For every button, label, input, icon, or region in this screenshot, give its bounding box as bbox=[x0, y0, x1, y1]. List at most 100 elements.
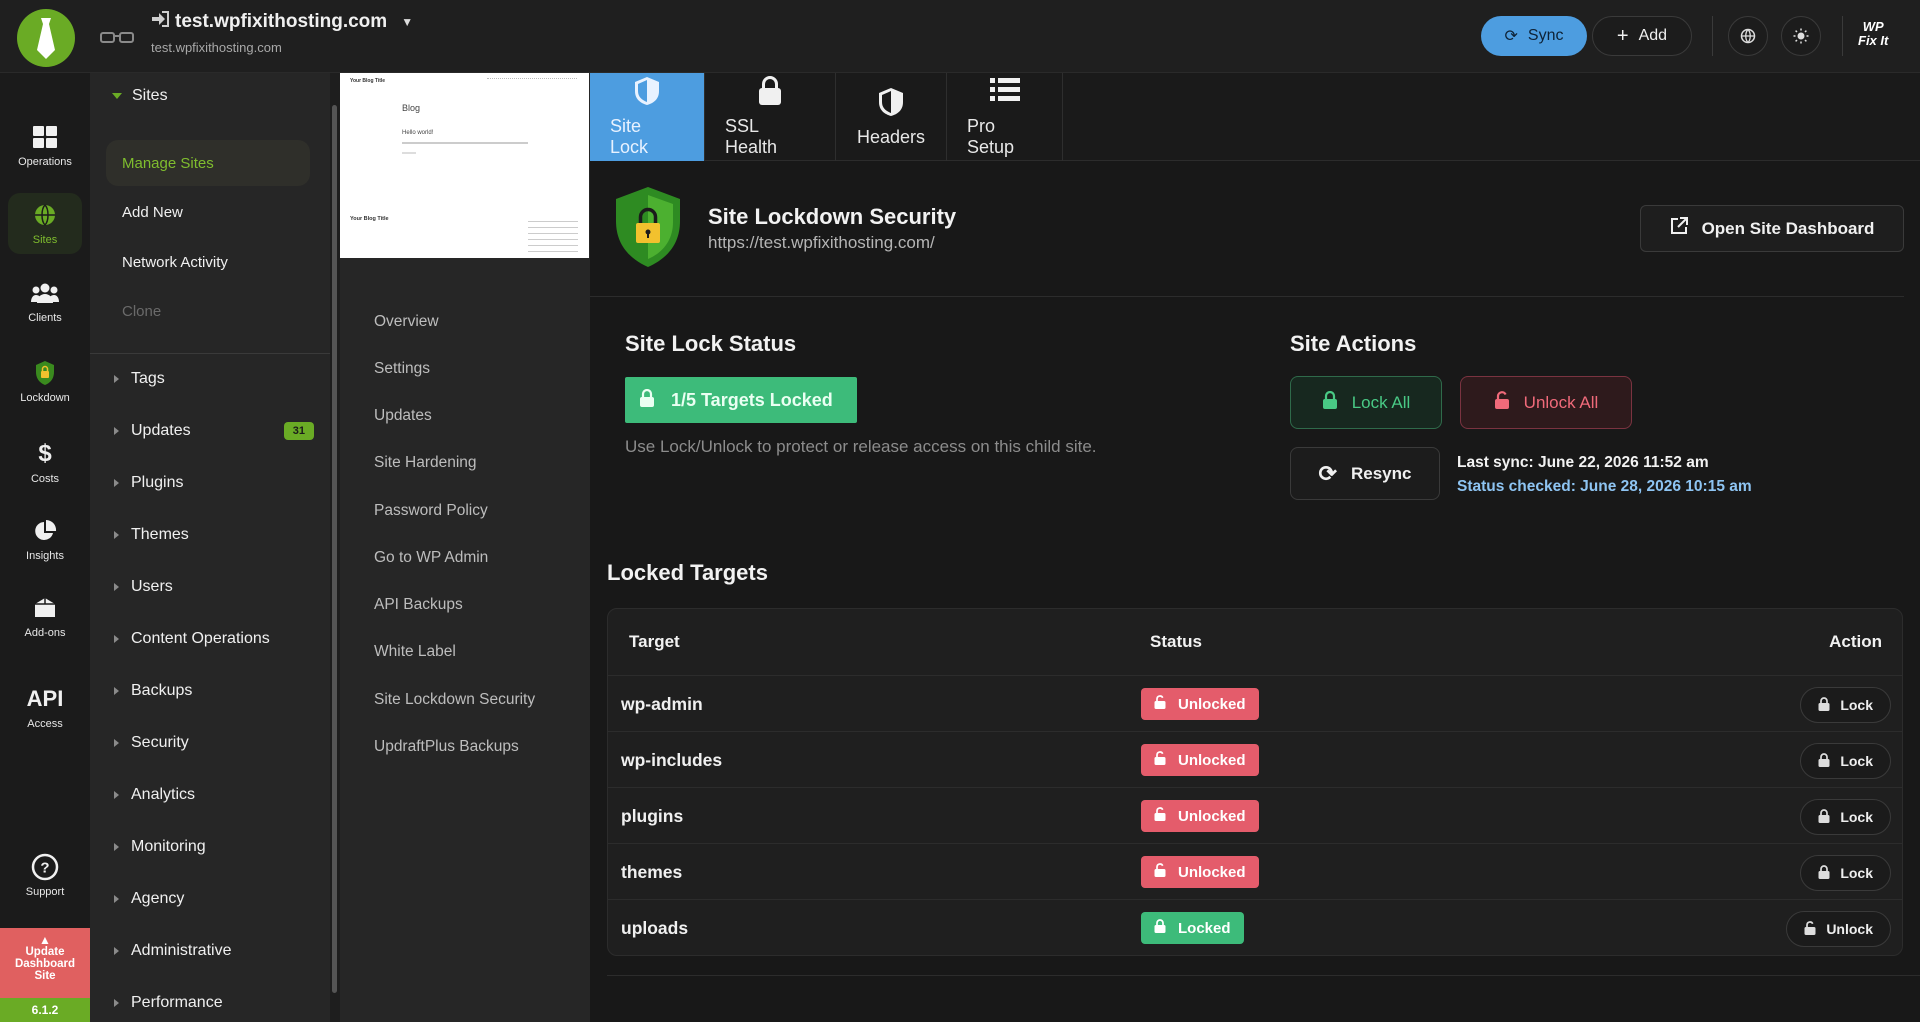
tab-ssl-health[interactable]: SSL Health bbox=[705, 73, 836, 161]
targets-locked-pill: 1/5 Targets Locked bbox=[625, 377, 857, 423]
action-label: Lock bbox=[1840, 809, 1873, 825]
site-switcher[interactable]: test.wpfixithosting.com ▼ bbox=[151, 11, 413, 33]
nav-group-label: Agency bbox=[131, 890, 185, 907]
update-dashboard-button[interactable]: ▲ Update Dashboard Site bbox=[0, 928, 90, 998]
nav-group-tags[interactable]: Tags bbox=[114, 370, 314, 388]
page-title: Site Lockdown Security bbox=[708, 204, 957, 229]
add-label: Add bbox=[1638, 27, 1668, 44]
thumb-text-line bbox=[402, 142, 528, 144]
site-menu-wp-admin[interactable]: Go to WP Admin bbox=[374, 549, 488, 567]
resync-button[interactable]: ⟳ Resync bbox=[1290, 447, 1440, 500]
nav-group-label: Themes bbox=[131, 526, 189, 543]
unlock-icon bbox=[1154, 751, 1166, 769]
nav-group-label: Tags bbox=[131, 370, 165, 387]
status-label: Locked bbox=[1178, 919, 1231, 937]
nav-group-administrative[interactable]: Administrative bbox=[114, 942, 314, 960]
sync-button[interactable]: ⟳ Sync bbox=[1481, 16, 1587, 56]
nav-group-backups[interactable]: Backups bbox=[114, 682, 314, 700]
nav-group-themes[interactable]: Themes bbox=[114, 526, 314, 544]
rail-operations[interactable]: Operations bbox=[8, 123, 82, 168]
nav-group-monitoring[interactable]: Monitoring bbox=[114, 838, 314, 856]
brand-line1: WP bbox=[1862, 19, 1884, 34]
nav-clone[interactable]: Clone bbox=[106, 288, 310, 334]
divider bbox=[90, 353, 330, 354]
nav-add-new[interactable]: Add New bbox=[106, 189, 310, 235]
open-site-dashboard-button[interactable]: Open Site Dashboard bbox=[1640, 205, 1904, 252]
site-menu-settings[interactable]: Settings bbox=[374, 360, 430, 378]
nav-group-security[interactable]: Security bbox=[114, 734, 314, 752]
rail-label: Add-ons bbox=[24, 627, 66, 639]
status-label: Unlocked bbox=[1178, 807, 1246, 825]
site-subtitle: test.wpfixithosting.com bbox=[151, 40, 282, 55]
nav-group-updates[interactable]: Updates 31 bbox=[114, 422, 314, 440]
rail-lockdown[interactable]: Lockdown bbox=[8, 359, 82, 404]
site-menu-overview[interactable]: Overview bbox=[374, 313, 439, 331]
table-row: wp-admin Unlocked Lock bbox=[608, 675, 1902, 731]
lock-icon bbox=[1818, 808, 1830, 826]
shield-half-icon bbox=[877, 87, 905, 119]
tab-headers[interactable]: Headers bbox=[836, 73, 947, 161]
thumb-footer-links bbox=[528, 216, 578, 252]
theme-toggle-icon[interactable] bbox=[1781, 16, 1821, 56]
rail-costs[interactable]: $ Costs bbox=[8, 440, 82, 485]
nav-group-performance[interactable]: Performance bbox=[114, 994, 314, 1012]
nav-scrollbar[interactable] bbox=[332, 105, 337, 993]
targets-table: Target Status Action wp-admin Unlocked L… bbox=[607, 608, 1903, 956]
site-menu-white-label[interactable]: White Label bbox=[374, 643, 456, 661]
site-menu-api-backups[interactable]: API Backups bbox=[374, 596, 463, 614]
site-menu-password-policy[interactable]: Password Policy bbox=[374, 502, 488, 520]
update-label-2: Dashboard bbox=[14, 958, 76, 970]
nav-network-activity[interactable]: Network Activity bbox=[106, 239, 310, 285]
top-bar: test.wpfixithosting.com ▼ test.wpfixitho… bbox=[0, 0, 1920, 73]
chevron-down-icon[interactable]: ▼ bbox=[401, 15, 413, 29]
thumb-footer: Your Blog Title bbox=[350, 216, 389, 222]
rail-api-access[interactable]: API Access bbox=[8, 685, 82, 730]
status-help-text: Use Lock/Unlock to protect or release ac… bbox=[625, 437, 1097, 456]
unlock-icon bbox=[1804, 920, 1816, 938]
lock-target-button[interactable]: Lock bbox=[1800, 855, 1891, 891]
caret-right-icon bbox=[114, 427, 119, 435]
rail-support[interactable]: ? Support bbox=[8, 853, 82, 898]
lock-target-button[interactable]: Lock bbox=[1800, 687, 1891, 723]
nav-heading-label: Sites bbox=[132, 87, 168, 104]
site-menu-site-hardening[interactable]: Site Hardening bbox=[374, 454, 477, 472]
app-logo[interactable] bbox=[17, 9, 75, 67]
site-thumbnail[interactable]: Your Blog Title Blog Hello world! Your B… bbox=[340, 73, 589, 258]
updates-count-badge: 31 bbox=[283, 422, 314, 440]
site-menu-updates[interactable]: Updates bbox=[374, 407, 432, 425]
action-label: Lock bbox=[1840, 753, 1873, 769]
nav-manage-sites[interactable]: Manage Sites bbox=[106, 140, 310, 186]
site-url: https://test.wpfixithosting.com/ bbox=[708, 233, 935, 252]
rail-clients[interactable]: Clients bbox=[8, 279, 82, 324]
nav-group-analytics[interactable]: Analytics bbox=[114, 786, 314, 804]
rail-addons[interactable]: Add-ons bbox=[8, 594, 82, 639]
status-label: Unlocked bbox=[1178, 695, 1246, 713]
globe-icon[interactable] bbox=[1728, 16, 1768, 56]
glasses-icon bbox=[100, 27, 134, 50]
tab-site-lock[interactable]: Site Lock bbox=[590, 73, 705, 161]
site-menu-lockdown-security[interactable]: Site Lockdown Security bbox=[374, 691, 535, 709]
rail-insights[interactable]: Insights bbox=[8, 517, 82, 562]
sites-nav: Sites Manage Sites Add New Network Activ… bbox=[90, 73, 330, 1022]
tab-label: Headers bbox=[856, 126, 926, 147]
nav-group-label: Security bbox=[131, 734, 189, 751]
nav-group-content-operations[interactable]: Content Operations bbox=[114, 630, 314, 648]
refresh-icon: ⟳ bbox=[1318, 460, 1337, 486]
login-icon bbox=[151, 11, 169, 33]
plus-icon: + bbox=[1616, 24, 1629, 47]
nav-group-agency[interactable]: Agency bbox=[114, 890, 314, 908]
lock-target-button[interactable]: Lock bbox=[1800, 799, 1891, 835]
lock-target-button[interactable]: Lock bbox=[1800, 743, 1891, 779]
add-button[interactable]: + Add bbox=[1592, 16, 1692, 56]
action-label: Unlock bbox=[1826, 921, 1873, 937]
nav-group-users[interactable]: Users bbox=[114, 578, 314, 596]
unlock-all-button[interactable]: Unlock All bbox=[1460, 376, 1632, 429]
nav-group-plugins[interactable]: Plugins bbox=[114, 474, 314, 492]
target-name: plugins bbox=[621, 805, 684, 826]
lock-all-button[interactable]: Lock All bbox=[1290, 376, 1442, 429]
site-menu-updraftplus[interactable]: UpdraftPlus Backups bbox=[374, 738, 519, 756]
unlock-target-button[interactable]: Unlock bbox=[1786, 911, 1891, 947]
tab-pro-setup[interactable]: Pro Setup bbox=[947, 73, 1063, 161]
rail-sites[interactable]: Sites bbox=[8, 193, 82, 254]
nav-sites-heading[interactable]: Sites bbox=[112, 87, 168, 105]
